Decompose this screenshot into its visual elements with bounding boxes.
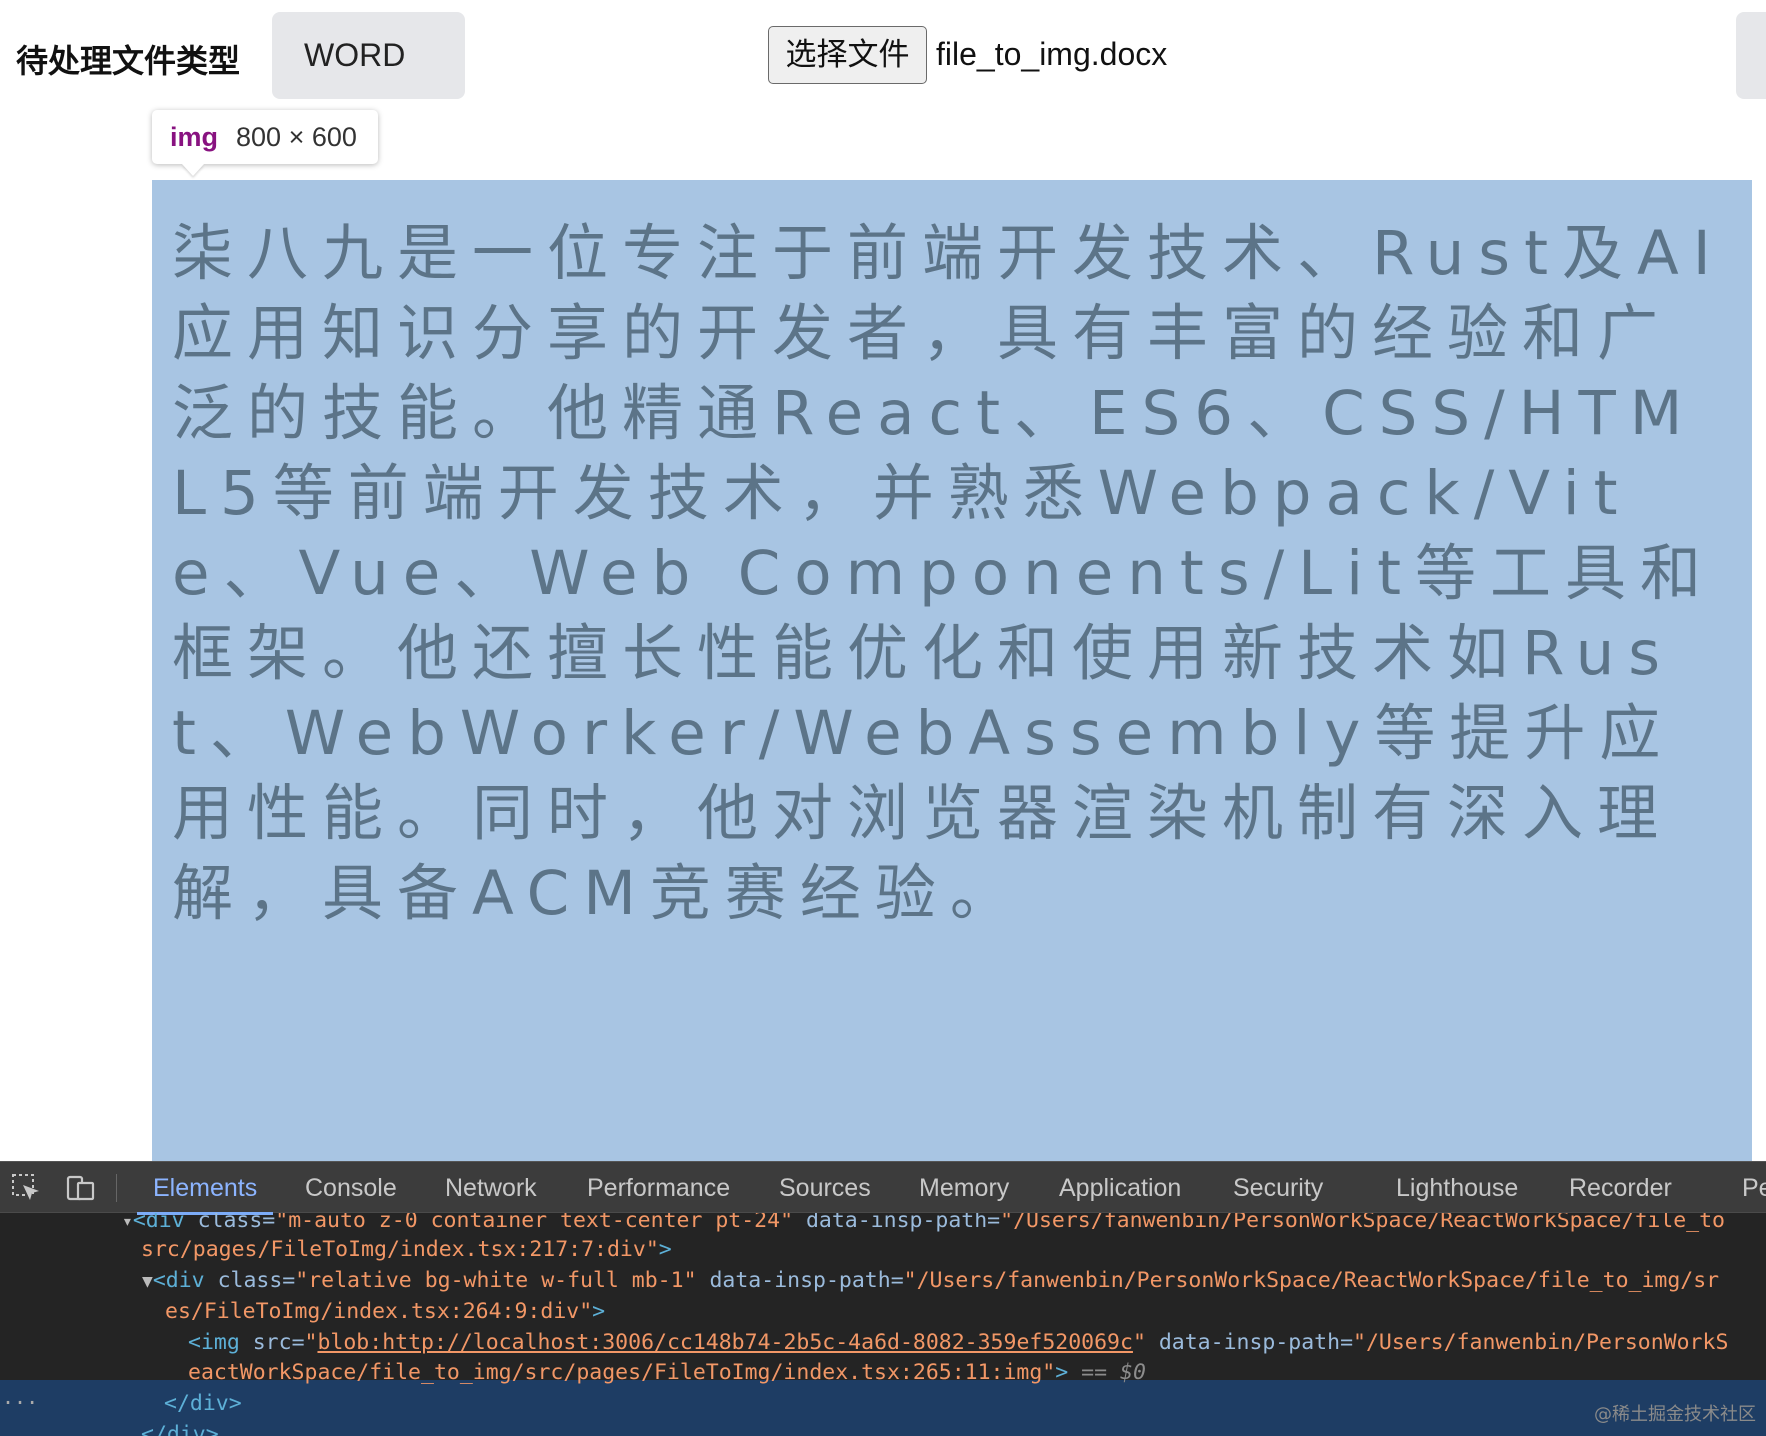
collapse-triangle-icon[interactable]: ▼: [142, 1271, 153, 1292]
convert-button[interactable]: [1736, 12, 1766, 99]
tab-overflow[interactable]: Pe: [1742, 1162, 1766, 1214]
tab-network[interactable]: Network: [445, 1162, 537, 1214]
tab-sources[interactable]: Sources: [779, 1162, 871, 1214]
tooltip-tag: img: [170, 122, 219, 152]
rendered-image[interactable]: 柒八九是一位专注于前端开发技术、Rust及AI应用知识分享的开发者，具有丰富的经…: [152, 180, 1752, 1161]
tab-security[interactable]: Security: [1233, 1162, 1323, 1214]
tab-memory[interactable]: Memory: [919, 1162, 1009, 1214]
tab-application[interactable]: Application: [1059, 1162, 1181, 1214]
device-toolbar-icon[interactable]: [64, 1172, 96, 1204]
tree-node-line[interactable]: ▼<div class="relative bg-white w-full mb…: [142, 1265, 1719, 1296]
selected-img-node-cont[interactable]: eactWorkSpace/file_to_img/src/pages/File…: [188, 1357, 1146, 1388]
toolbar-divider: [116, 1174, 117, 1202]
node-menu-ellipsis[interactable]: ...: [2, 1385, 38, 1409]
filetype-label: 待处理文件类型: [16, 42, 241, 80]
blob-url-link[interactable]: blob:http://localhost:3006/cc148b74-2b5c…: [317, 1330, 1132, 1355]
devtools-panel: Elements Console Network Performance Sou…: [0, 1161, 1766, 1436]
tree-node-line[interactable]: </div>: [141, 1419, 219, 1436]
watermark: @稀土掘金技术社区: [1594, 1404, 1756, 1425]
rendered-image-text: 柒八九是一位专注于前端开发技术、Rust及AI应用知识分享的开发者，具有丰富的经…: [172, 218, 1725, 929]
top-toolbar: 待处理文件类型 WORD 选择文件 file_to_img.docx: [0, 0, 1766, 124]
tree-node-line[interactable]: src/pages/FileToImg/index.tsx:217:7:div"…: [141, 1234, 672, 1265]
collapse-triangle-icon[interactable]: ▾: [122, 1213, 133, 1232]
tooltip-dimensions: 800 × 600: [236, 122, 357, 152]
inspect-tooltip: img 800 × 600: [152, 110, 378, 164]
filetype-select[interactable]: WORD: [272, 12, 465, 99]
selected-img-node[interactable]: <img src="blob:http://localhost:3006/cc1…: [188, 1327, 1728, 1358]
tab-elements[interactable]: Elements: [136, 1162, 274, 1215]
tree-node-line[interactable]: es/FileToImg/index.tsx:264:9:div">: [165, 1296, 605, 1327]
tab-recorder[interactable]: Recorder: [1569, 1162, 1672, 1214]
inspect-element-icon[interactable]: [10, 1172, 42, 1204]
tab-lighthouse[interactable]: Lighthouse: [1396, 1162, 1518, 1214]
elements-tree: ▾<div class="m-auto z-0 container text-c…: [0, 1213, 1766, 1436]
selected-file-name: file_to_img.docx: [936, 36, 1168, 72]
devtools-toolbar: Elements Console Network Performance Sou…: [0, 1161, 1766, 1215]
tooltip-arrow-icon: [182, 164, 204, 176]
tree-node-line[interactable]: </div>: [164, 1388, 242, 1419]
tab-performance[interactable]: Performance: [587, 1162, 730, 1214]
choose-file-button[interactable]: 选择文件: [768, 26, 927, 84]
tree-node-line[interactable]: ▾<div class="m-auto z-0 container text-c…: [122, 1213, 1725, 1236]
selected-node-highlight: [0, 1380, 1766, 1436]
tab-console[interactable]: Console: [305, 1162, 397, 1214]
